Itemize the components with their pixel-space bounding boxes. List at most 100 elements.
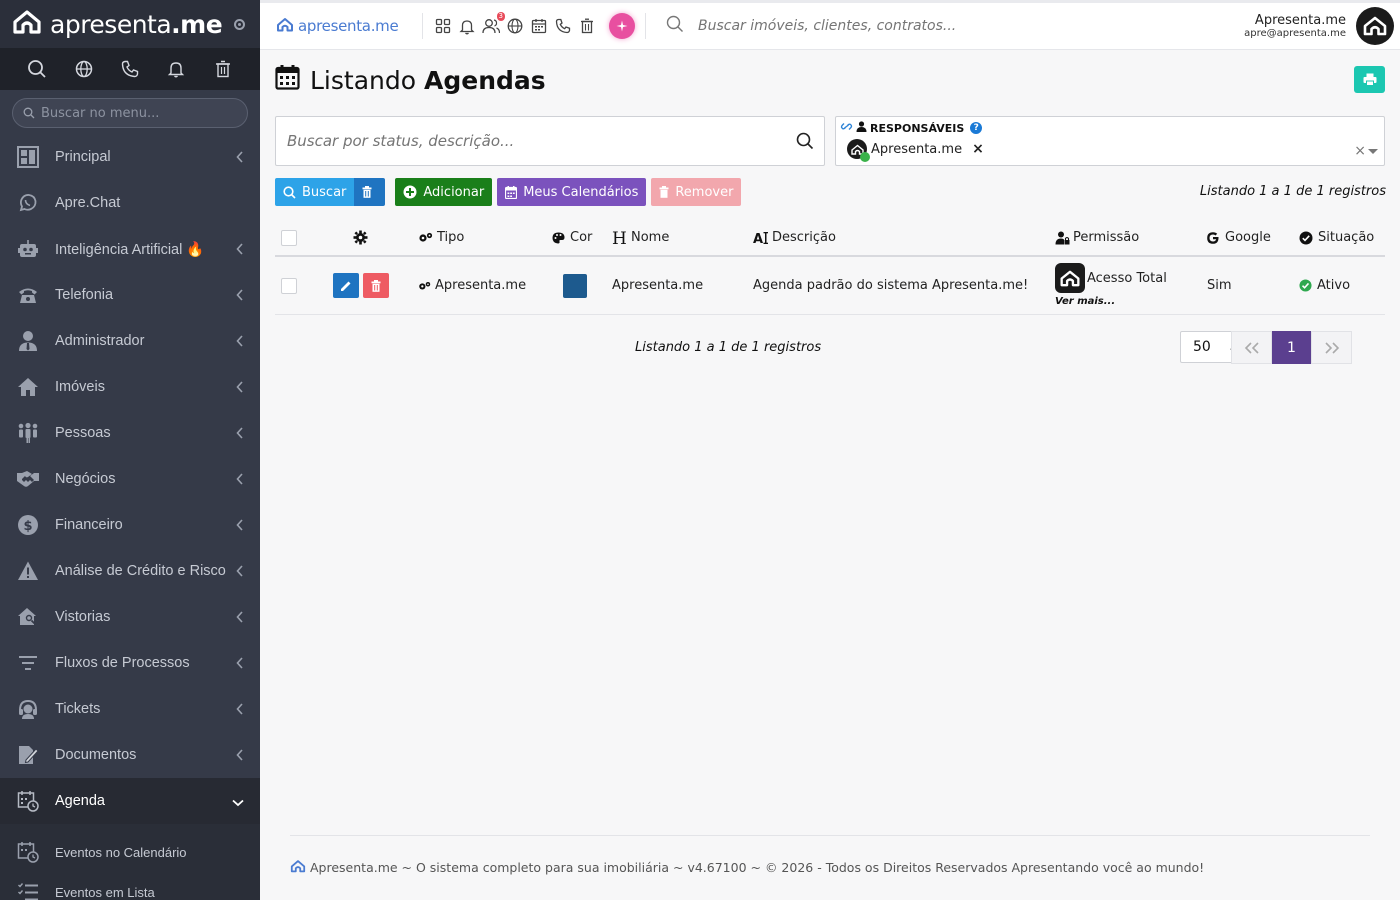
global-search xyxy=(666,15,1244,37)
sidebar-item-negocios[interactable]: Negócios xyxy=(0,456,260,502)
sidebar-item-tickets[interactable]: Tickets xyxy=(0,686,260,732)
phone-icon[interactable] xyxy=(553,15,573,37)
col-header-descricao[interactable]: A Descrição xyxy=(753,230,836,245)
chevron-left-icon xyxy=(236,749,244,765)
sidebar-item-telefonia[interactable]: Telefonia xyxy=(0,272,260,318)
divider xyxy=(645,13,646,39)
globe-icon[interactable] xyxy=(505,15,525,37)
users-icon[interactable]: 3 xyxy=(481,12,505,37)
ver-mais-link[interactable]: Ver mais... xyxy=(1055,296,1115,307)
sidebar-menu-search[interactable]: Buscar no menu... xyxy=(12,98,248,128)
help-icon[interactable]: ? xyxy=(970,122,983,134)
phone-icon[interactable] xyxy=(119,58,141,80)
chevron-left-icon xyxy=(236,427,244,443)
search-button-label: Buscar xyxy=(302,184,347,200)
calendar-icon[interactable] xyxy=(529,15,549,37)
user-tie-icon xyxy=(856,121,867,135)
responsaveis-select[interactable]: RESPONSÁVEIS ? Apresenta.me × × xyxy=(835,116,1385,166)
sidebar-item-financeiro[interactable]: $ Financeiro xyxy=(0,502,260,548)
trash-icon xyxy=(371,279,381,292)
sidebar-brand[interactable]: apresenta.me xyxy=(0,0,260,48)
action-toolbar: Buscar Adicionar Meus Calendários Remove… xyxy=(275,178,746,206)
next-page-button[interactable] xyxy=(1311,331,1352,364)
people-icon xyxy=(16,421,40,445)
globe-icon[interactable] xyxy=(73,58,95,80)
clear-filter-button[interactable] xyxy=(354,178,386,206)
filter-search-input[interactable] xyxy=(287,132,777,150)
col-header-situacao[interactable]: Situação xyxy=(1299,230,1374,245)
cell-descricao: Agenda padrão do sistema Apresenta.me! xyxy=(753,278,1029,293)
select-all-checkbox[interactable] xyxy=(281,229,297,246)
caret-down-icon[interactable] xyxy=(1368,149,1378,154)
text-cursor-icon: A xyxy=(753,231,768,245)
apps-icon[interactable] xyxy=(433,15,453,37)
avatar xyxy=(847,139,870,162)
search-button[interactable]: Buscar xyxy=(275,178,355,206)
user-info[interactable]: Apresenta.me apre@apresenta.me xyxy=(1244,13,1346,39)
bell-icon[interactable] xyxy=(457,15,477,37)
global-search-input[interactable] xyxy=(698,18,1118,34)
cell-situacao: Ativo xyxy=(1299,278,1350,293)
sidebar-item-principal[interactable]: Principal xyxy=(0,134,260,180)
calendar-clock-icon xyxy=(16,789,40,813)
print-button[interactable] xyxy=(1354,66,1385,93)
edit-button[interactable] xyxy=(333,273,359,298)
sidebar-item-pessoas[interactable]: Pessoas xyxy=(0,410,260,456)
search-icon xyxy=(666,15,684,37)
robot-icon xyxy=(16,237,40,261)
sidebar-item-analise-credito[interactable]: Análise de Crédito e Risco xyxy=(0,548,260,594)
col-header-label: Descrição xyxy=(772,230,836,245)
brand-logo-icon xyxy=(12,9,42,39)
sidebar-item-vistorias[interactable]: Vistorias xyxy=(0,594,260,640)
search-icon[interactable] xyxy=(796,132,814,154)
avatar[interactable] xyxy=(1356,7,1394,45)
chevron-left-icon xyxy=(236,473,244,489)
table-row[interactable]: Apresenta.me Apresenta.me Agenda padrão … xyxy=(275,257,1385,315)
search-icon[interactable] xyxy=(26,58,48,80)
sidebar-item-fluxos[interactable]: Fluxos de Processos xyxy=(0,640,260,686)
sidebar-item-label: Vistorias xyxy=(55,609,111,625)
col-header-google[interactable]: Google xyxy=(1206,230,1271,245)
settings-dot-icon[interactable] xyxy=(234,18,246,30)
sidebar-subitem-eventos-lista[interactable]: Eventos em Lista xyxy=(0,872,260,900)
sidebar-item-ia[interactable]: Inteligência Artificial 🔥 xyxy=(0,226,260,272)
col-header-permissao[interactable]: Permissão xyxy=(1055,230,1139,245)
col-header-label: Permissão xyxy=(1073,230,1140,245)
chevron-down-icon xyxy=(232,795,244,811)
avatar xyxy=(1055,263,1085,293)
col-header-cor[interactable]: Cor xyxy=(552,230,592,245)
row-checkbox[interactable] xyxy=(281,277,297,294)
chevron-left-icon xyxy=(236,335,244,351)
sidebar-item-imoveis[interactable]: Imóveis xyxy=(0,364,260,410)
add-button-label: Adicionar xyxy=(423,184,485,200)
first-page-button[interactable] xyxy=(1231,331,1272,364)
trash-icon xyxy=(362,186,372,198)
my-calendars-button[interactable]: Meus Calendários xyxy=(497,178,647,206)
sidebar-item-agenda[interactable]: Agenda xyxy=(0,778,260,824)
page-button-1[interactable]: 1 xyxy=(1272,331,1311,364)
phone-icon xyxy=(16,283,40,307)
delete-button[interactable] xyxy=(363,273,389,298)
link-icon xyxy=(840,121,853,135)
double-chevron-left-icon xyxy=(1244,341,1259,354)
main-content: Listando Agendas RESPONSÁVEIS ? Apresent… xyxy=(260,50,1400,900)
status-badge: Ativo xyxy=(1317,278,1351,293)
clear-selection-button[interactable]: × xyxy=(1354,143,1366,159)
svg-text:$: $ xyxy=(23,519,32,534)
sidebar-item-aprechat[interactable]: Apre.Chat xyxy=(0,180,260,226)
ai-assistant-button[interactable] xyxy=(609,13,635,39)
sidebar-item-administrador[interactable]: Administrador xyxy=(0,318,260,364)
bell-icon[interactable] xyxy=(165,58,187,80)
topbar-logo[interactable]: apresenta.me xyxy=(272,17,412,36)
chip-remove-button[interactable]: × xyxy=(972,141,984,157)
remove-button[interactable]: Remover xyxy=(651,178,742,206)
sidebar-item-documentos[interactable]: Documentos xyxy=(0,732,260,778)
add-button[interactable]: Adicionar xyxy=(395,178,493,206)
home-icon xyxy=(16,375,40,399)
trash-icon[interactable] xyxy=(577,15,597,37)
col-header-nome[interactable]: H Nome xyxy=(612,230,669,245)
col-header-label: Nome xyxy=(631,230,670,245)
col-header-tipo[interactable]: Tipo xyxy=(418,230,464,245)
trash-icon[interactable] xyxy=(212,58,234,80)
sidebar-subitem-eventos-calendario[interactable]: Eventos no Calendário xyxy=(0,832,260,872)
